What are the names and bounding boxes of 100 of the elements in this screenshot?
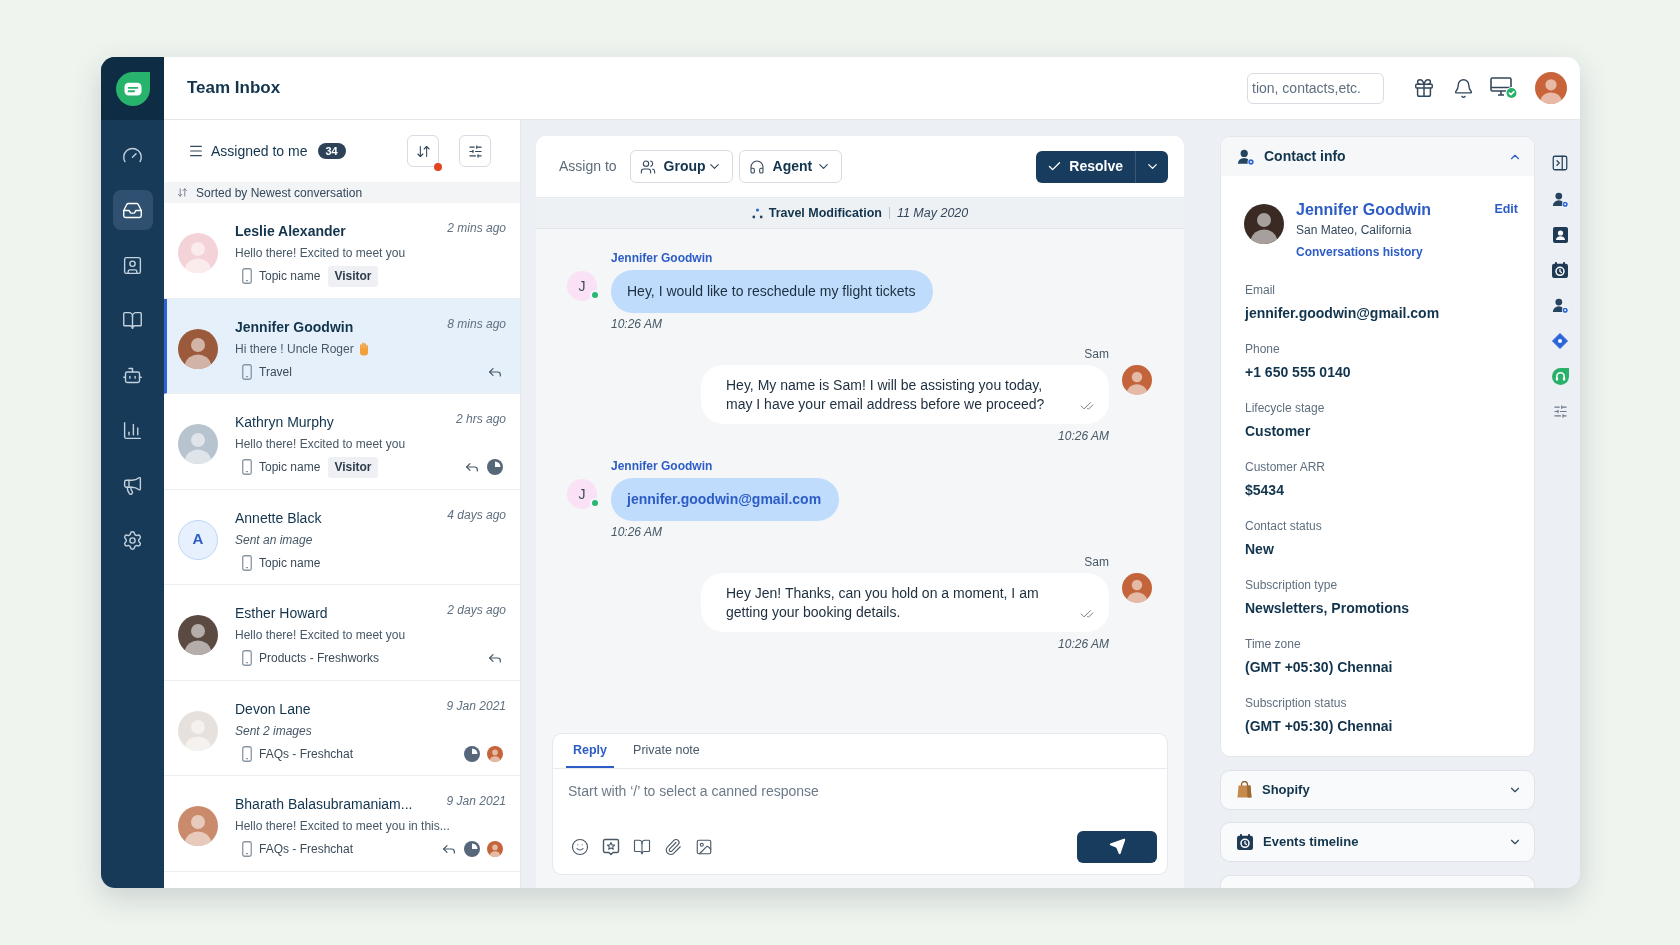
sort-button[interactable] (407, 135, 439, 167)
view-selector[interactable]: Assigned to me 34 (188, 140, 346, 162)
field-label: Contact status (1245, 518, 1323, 534)
book-icon[interactable] (633, 837, 651, 856)
initial-avatar: J (567, 479, 597, 509)
message-time: 10:26 AM (1058, 428, 1109, 444)
tag: Visitor (328, 456, 378, 478)
send-button[interactable] (1077, 830, 1157, 863)
contact-card-icon[interactable] (1552, 227, 1568, 243)
bell-icon[interactable] (1453, 77, 1474, 99)
headset-icon[interactable] (1551, 368, 1569, 385)
gift-icon[interactable] (1413, 77, 1435, 99)
section-title: Events timeline (1263, 833, 1359, 852)
smile-icon[interactable] (571, 837, 589, 856)
resolve-options-button[interactable] (1135, 150, 1168, 183)
monitor-check-icon[interactable] (1490, 76, 1518, 100)
user-avatar[interactable] (1535, 72, 1567, 104)
panel-toggle-icon[interactable] (1551, 154, 1569, 172)
message-time: 10:26 AM (1058, 636, 1109, 652)
message-author: Sam (1084, 554, 1109, 570)
message-preview: Hi there ! Uncle Roger (235, 340, 354, 358)
message-preview: Sent 2 images (235, 722, 312, 740)
phone-icon (242, 554, 252, 571)
topic-name: FAQs - Freshchat (259, 745, 354, 763)
calendar-clock-icon[interactable] (1552, 262, 1568, 278)
contact-location: San Mateo, California (1296, 222, 1413, 238)
timestamp: 9 Jan 2021 (446, 794, 506, 808)
user-avatar (178, 710, 218, 751)
field-value: Newsletters, Promotions (1245, 599, 1411, 618)
topic-name: FAQs - Freshchat (259, 841, 354, 858)
timestamp: 2 days ago (447, 603, 506, 617)
menu-icon (188, 143, 204, 159)
user-avatar (178, 233, 218, 273)
field-label: Time zone (1245, 636, 1302, 652)
message-text: Hey, I would like to reschedule my flight tickets (627, 282, 916, 301)
phone-icon (242, 268, 252, 284)
contact-name: Esther Howard (235, 604, 328, 623)
field-value: (GMT +05:30) Chennai (1245, 658, 1394, 677)
timestamp: 2 hrs ago (455, 412, 506, 426)
send-icon (1108, 838, 1126, 855)
message-author: Sam (1084, 346, 1109, 362)
collapsible-section[interactable]: Shopify (1220, 769, 1535, 810)
field-value: (GMT +05:30) Chennai (1245, 717, 1394, 736)
topic-name: Topic name (259, 268, 321, 285)
user-avatar (178, 424, 218, 464)
card-title: Contact info (1264, 147, 1346, 166)
field-value: jennifer.goodwin@gmail.com (1245, 304, 1441, 323)
contact-avatar (1244, 204, 1284, 244)
message-author: Jennifer Goodwin (611, 250, 714, 266)
sliders-icon[interactable] (1552, 404, 1568, 419)
bar-chart-icon (122, 419, 143, 441)
topic-name: Topic name (259, 554, 321, 572)
contact-name: Jennifer Goodwin (235, 317, 354, 337)
user-avatar (178, 328, 218, 369)
agent-dropdown[interactable]: Agent (738, 150, 842, 183)
diamond-icon[interactable] (1552, 333, 1568, 349)
user-badge-icon[interactable] (1551, 297, 1569, 314)
group-dropdown[interactable]: Group (629, 150, 733, 183)
phone-icon (242, 841, 252, 857)
user-badge-icon (1237, 147, 1255, 166)
collapsible-section[interactable]: Events timeline (1220, 822, 1535, 862)
contact-name: Kathryn Murphy (235, 413, 334, 432)
topic-title: Travel Modification (768, 204, 882, 222)
reply-composer[interactable]: Reply Private note Start with ‘/’ to select a canned response (552, 733, 1168, 875)
field-value: $5434 (1245, 481, 1285, 500)
topic-name: Topic name (259, 459, 321, 476)
edit-link[interactable]: Edit (1494, 200, 1518, 218)
paperclip-icon[interactable] (664, 837, 682, 856)
conversation-item[interactable]: Jennifer Goodwin 8 mins ago Hi there ! Uncle Roger Travel (164, 298, 520, 394)
message-text: Hey, My name is Sam! I will be assisting you today, may I have your email address before we proceed? (726, 375, 1046, 414)
nav-button[interactable] (112, 190, 153, 230)
resolve-button[interactable]: Resolve (1036, 150, 1135, 183)
search-field[interactable]: tion, contacts,etc. (1247, 72, 1384, 104)
initial-avatar: A (178, 519, 218, 560)
field-value: New (1245, 540, 1275, 559)
user-badge-icon[interactable] (1551, 191, 1569, 208)
star-box-icon[interactable] (602, 837, 620, 856)
shopping-bag-icon (1237, 781, 1252, 798)
count-badge: 34 (317, 143, 346, 159)
contact-name[interactable]: Jennifer Goodwin (1296, 200, 1432, 220)
users-icon (639, 158, 656, 175)
chat-logo-icon[interactable] (115, 71, 150, 106)
user-avatar (178, 806, 218, 846)
page-title: Team Inbox (187, 77, 281, 100)
message-time: 10:26 AM (611, 316, 663, 332)
contact-icon (122, 254, 143, 276)
composer-tab[interactable]: Private note (626, 734, 707, 768)
phone-icon (242, 650, 252, 666)
tag: Visitor (328, 265, 378, 287)
contact-name: Bharath Balasubramaniam... (235, 795, 413, 814)
image-icon[interactable] (695, 837, 713, 856)
history-link[interactable]: Conversations history (1296, 244, 1432, 260)
sliders-icon (467, 143, 483, 159)
filter-button[interactable] (459, 135, 491, 167)
message-preview: Sent an image (235, 531, 313, 549)
dots-icon (751, 207, 763, 219)
email-link[interactable]: jennifer.goodwin@gmail.com (627, 489, 822, 510)
timestamp: 8 mins ago (447, 316, 506, 331)
phone-icon (242, 363, 252, 380)
phone-icon (242, 459, 252, 475)
